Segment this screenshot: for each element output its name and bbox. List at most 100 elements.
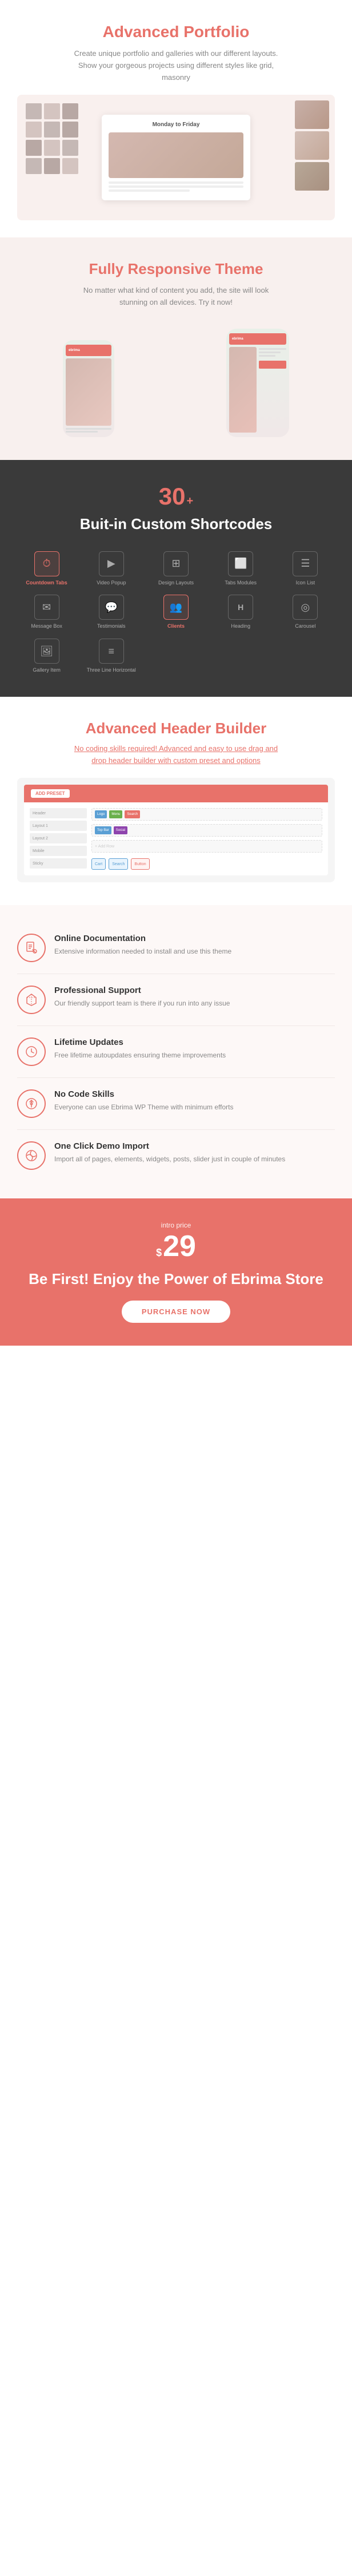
element-chip[interactable]: Button	[131, 858, 149, 870]
shortcode-label: Icon List	[296, 580, 315, 587]
demo-svg-icon	[25, 1149, 38, 1162]
shortcode-number: 30	[159, 483, 186, 510]
testimonials-icon: 💬	[99, 595, 124, 620]
updates-title: Lifetime Updates	[54, 1037, 226, 1047]
phone-brand-right: ebrima	[232, 337, 243, 341]
shortcode-badge: 30 +	[159, 483, 193, 510]
documentation-title: Online Documentation	[54, 934, 231, 943]
add-preset-button[interactable]: ADD PRESET	[31, 789, 70, 798]
header-builder-section: Advanced Header Builder No coding skills…	[0, 697, 352, 906]
cta-price-container: $ 29	[17, 1232, 335, 1261]
element-chip[interactable]: Search	[109, 858, 128, 870]
grid-cell	[62, 158, 78, 174]
carousel-icon: ◎	[293, 595, 318, 620]
block-search: Search	[125, 810, 140, 818]
shortcodes-section: 30 + Buit-in Custom Shortcodes ⏱ Countdo…	[0, 460, 352, 697]
builder-top-bar: ADD PRESET	[24, 785, 328, 802]
shortcode-label: Carousel	[295, 623, 315, 630]
support-icon	[17, 986, 46, 1014]
portfolio-description: Create unique portfolio and galleries wi…	[67, 48, 285, 83]
purchase-now-button[interactable]: PURCHASE NOW	[122, 1301, 230, 1323]
builder-content: Header Layout 1 Layout 2 Mobile Sticky L…	[24, 802, 328, 875]
shortcode-label: Video Popup	[97, 580, 126, 587]
block-menu: Menu	[109, 810, 122, 818]
builder-row: Logo Menu Search	[91, 808, 322, 821]
phone-img-right	[229, 347, 257, 433]
updates-svg-icon	[25, 1045, 38, 1059]
phone-screen-right: ebrima	[226, 329, 289, 437]
nocode-description: Everyone can use Ebrima WP Theme with mi…	[54, 1102, 233, 1112]
grid-cell	[44, 103, 60, 119]
updates-text: Lifetime Updates Free lifetime autoupdat…	[54, 1037, 226, 1060]
grid-cell	[44, 158, 60, 174]
element-chip[interactable]: Cart	[91, 858, 106, 870]
cta-intro: intro price	[17, 1221, 335, 1229]
portfolio-mockup: Monday to Friday	[17, 95, 335, 220]
responsive-title: Fully Responsive Theme	[17, 260, 335, 278]
shortcode-label: Heading	[231, 623, 250, 630]
shortcode-label: Three Line Horizontal	[87, 667, 136, 674]
nocode-icon	[17, 1089, 46, 1118]
icon-list-icon: ☰	[293, 551, 318, 576]
phones-mockup: ebrima ebrima	[17, 323, 335, 437]
sidebar-item: Mobile	[30, 846, 87, 856]
shortcode-label: Countdown Tabs	[26, 580, 67, 587]
phone-hero-left	[66, 358, 111, 426]
responsive-description: No matter what kind of content you add, …	[73, 285, 279, 309]
support-description: Our friendly support team is there if yo…	[54, 998, 230, 1008]
shortcode-item: ◎ Carousel	[276, 595, 335, 630]
text-line	[109, 185, 243, 188]
phone-right: ebrima	[226, 329, 289, 437]
sidebar-item: Sticky	[30, 858, 87, 869]
block-logo: Logo	[95, 810, 107, 818]
text-line	[259, 352, 281, 353]
nocode-text: No Code Skills Everyone can use Ebrima W…	[54, 1089, 233, 1112]
portfolio-card-image	[109, 132, 243, 178]
block-social: Social	[114, 826, 127, 834]
doc-svg-icon	[25, 941, 38, 955]
portfolio-card-title: Monday to Friday	[109, 122, 243, 128]
shortcode-label: Testimonials	[97, 623, 126, 630]
updates-icon	[17, 1037, 46, 1066]
portfolio-card-lines	[109, 181, 243, 192]
phone-content-right	[229, 347, 286, 433]
cta-section: intro price $ 29 Be First! Enjoy the Pow…	[0, 1198, 352, 1346]
text-line	[109, 181, 243, 184]
shortcode-item: ⊞ Design Layouts	[146, 551, 205, 587]
phone-brand-left: ebrima	[69, 349, 80, 352]
grid-cell	[62, 140, 78, 156]
portfolio-side-images	[295, 100, 329, 191]
portfolio-grid-left	[26, 103, 78, 174]
grid-cell	[62, 122, 78, 138]
video-popup-icon: ▶	[99, 551, 124, 576]
demo-text: One Click Demo Import Import all of page…	[54, 1141, 285, 1164]
shortcode-item: ≡ Three Line Horizontal	[82, 639, 141, 674]
demo-description: Import all of pages, elements, widgets, …	[54, 1154, 285, 1164]
feature-item-updates: Lifetime Updates Free lifetime autoupdat…	[17, 1026, 335, 1078]
phone-left: ebrima	[63, 340, 114, 437]
support-svg-icon	[25, 993, 38, 1007]
nocode-title: No Code Skills	[54, 1089, 233, 1099]
feature-item-demo: One Click Demo Import Import all of page…	[17, 1130, 335, 1181]
side-image	[295, 162, 329, 191]
shortcode-label: Gallery Item	[33, 667, 61, 674]
portfolio-main-card: Monday to Friday	[102, 115, 250, 200]
cta-price-amount: 29	[163, 1232, 196, 1261]
shortcodes-grid: ⏱ Countdown Tabs ▶ Video Popup ⊞ Design …	[17, 551, 335, 674]
grid-cell	[26, 103, 42, 119]
demo-title: One Click Demo Import	[54, 1141, 285, 1151]
header-builder-link[interactable]: custom preset and options	[173, 756, 260, 765]
shortcode-label: Message Box	[31, 623, 62, 630]
sidebar-item: Layout 2	[30, 833, 87, 843]
shortcode-label: Clients	[167, 623, 185, 630]
side-image	[295, 100, 329, 129]
shortcode-plus: +	[187, 495, 194, 508]
tabs-modules-icon: ⬜	[228, 551, 253, 576]
shortcode-item: 💬 Testimonials	[82, 595, 141, 630]
side-image	[295, 131, 329, 160]
shortcode-item: ✉ Message Box	[17, 595, 76, 630]
shortcode-item: 👥 Clients	[146, 595, 205, 630]
three-line-icon: ≡	[99, 639, 124, 664]
shortcode-label: Tabs Modules	[225, 580, 257, 587]
portfolio-title: Advanced Portfolio	[17, 23, 335, 41]
